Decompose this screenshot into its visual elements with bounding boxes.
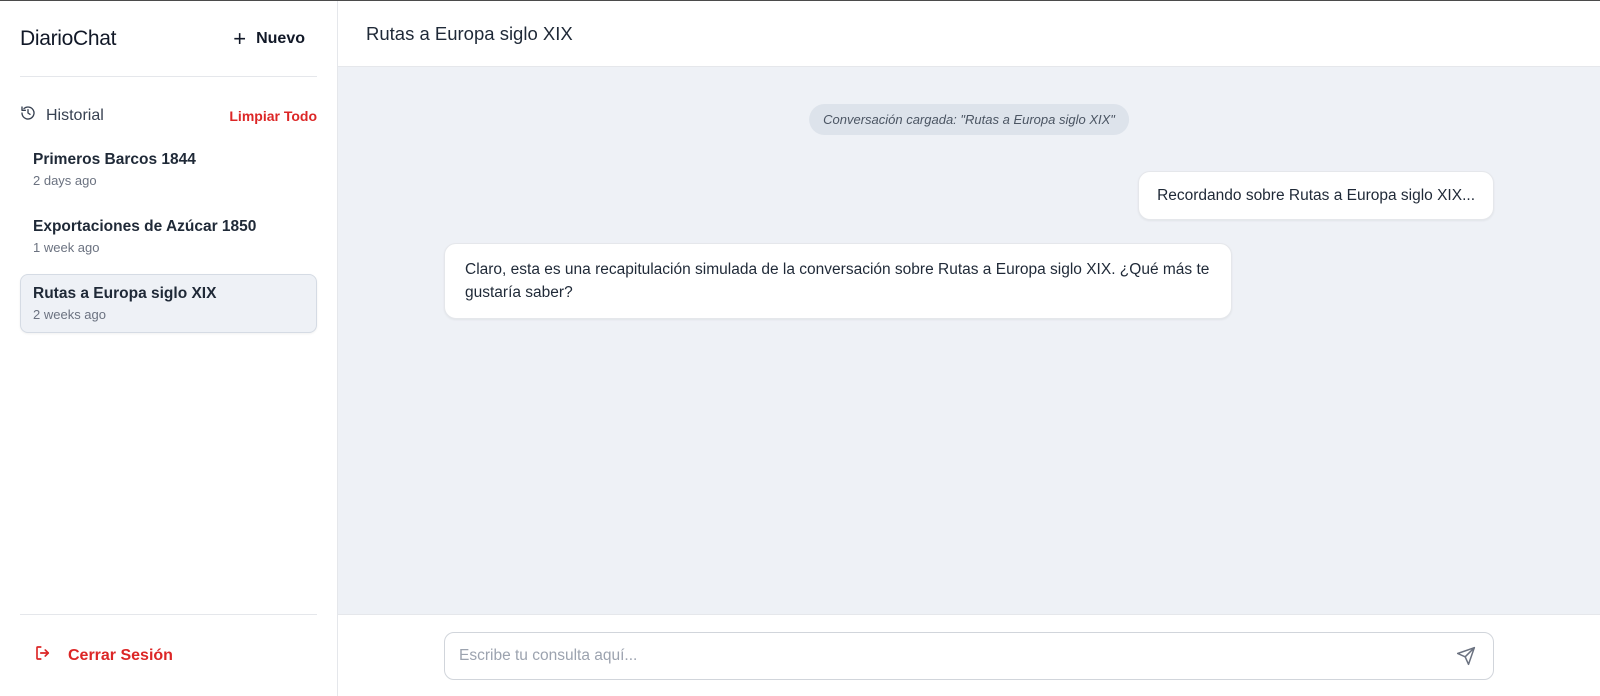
conversation-title: Primeros Barcos 1844 xyxy=(33,151,196,168)
send-icon[interactable] xyxy=(1453,643,1479,669)
user-message: Recordando sobre Rutas a Europa siglo XI… xyxy=(1138,171,1494,220)
main-panel: Rutas a Europa siglo XIX Conversación ca… xyxy=(338,1,1600,696)
conversation-list: Primeros Barcos 1844 2 days ago Exportac… xyxy=(20,140,317,333)
message-input[interactable] xyxy=(459,646,1443,665)
conversation-title: Rutas a Europa siglo XIX xyxy=(33,285,217,302)
sidebar: DiarioChat + Nuevo Historial Limpiar Tod… xyxy=(0,1,338,696)
chat-area[interactable]: Conversación cargada: "Rutas a Europa si… xyxy=(338,67,1600,614)
conversation-item[interactable]: Exportaciones de Azúcar 1850 1 week ago xyxy=(20,207,317,266)
new-chat-button[interactable]: + Nuevo xyxy=(233,25,317,51)
logout-icon xyxy=(34,644,52,667)
app-window: DiarioChat + Nuevo Historial Limpiar Tod… xyxy=(0,0,1600,696)
plus-icon: + xyxy=(233,25,247,51)
conversation-time: 1 week ago xyxy=(33,240,100,255)
composer xyxy=(444,631,1494,680)
conversation-time: 2 weeks ago xyxy=(33,307,106,322)
chat-title: Rutas a Europa siglo XIX xyxy=(366,22,573,44)
composer-bar xyxy=(338,614,1600,696)
new-chat-label: Nuevo xyxy=(256,29,305,47)
conversation-time: 2 days ago xyxy=(33,173,97,188)
logout-label: Cerrar Sesión xyxy=(68,646,173,664)
logout-button[interactable]: Cerrar Sesión xyxy=(20,614,317,696)
history-icon xyxy=(20,105,36,126)
clear-all-button[interactable]: Limpiar Todo xyxy=(229,108,317,124)
chat-header: Rutas a Europa siglo XIX xyxy=(338,1,1600,67)
history-title: Historial xyxy=(20,105,104,126)
system-message: Conversación cargada: "Rutas a Europa si… xyxy=(809,104,1129,135)
conversation-item[interactable]: Primeros Barcos 1844 2 days ago xyxy=(20,140,317,199)
history-label: Historial xyxy=(46,106,104,124)
assistant-message: Claro, esta es una recapitulación simula… xyxy=(444,243,1232,319)
conversation-item-active[interactable]: Rutas a Europa siglo XIX 2 weeks ago xyxy=(20,274,317,333)
history-header: Historial Limpiar Todo xyxy=(20,77,317,140)
brand-logo: DiarioChat xyxy=(20,26,117,50)
sidebar-header: DiarioChat + Nuevo xyxy=(20,1,317,77)
conversation-title: Exportaciones de Azúcar 1850 xyxy=(33,218,257,235)
